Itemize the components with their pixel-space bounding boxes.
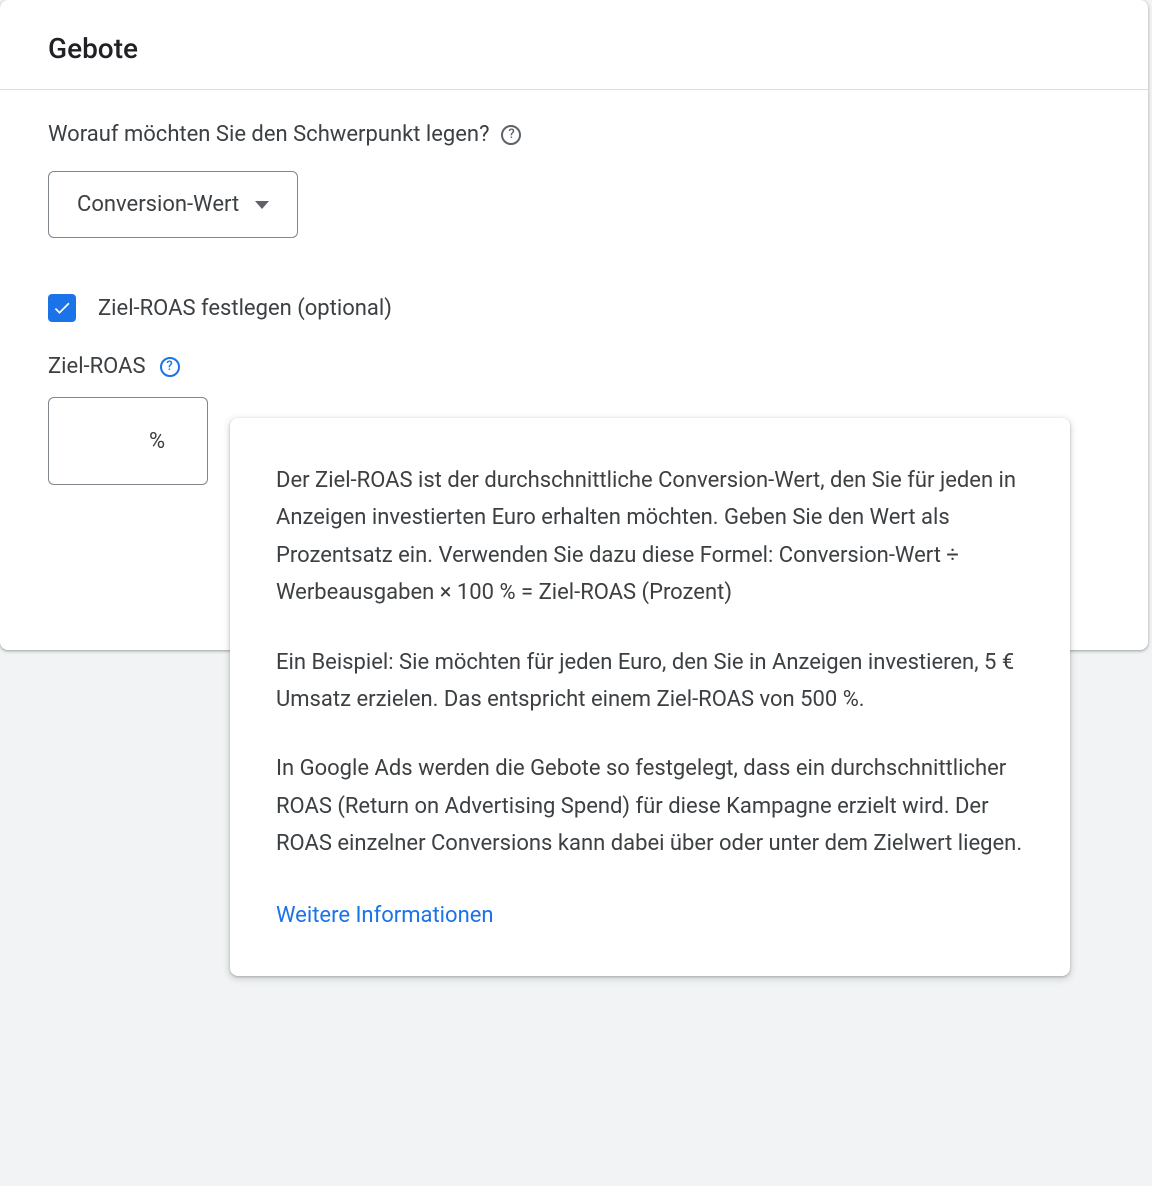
target-roas-checkbox-label: Ziel-ROAS festlegen (optional) xyxy=(98,296,392,321)
card-header: Gebote xyxy=(0,0,1148,90)
target-roas-input[interactable] xyxy=(49,428,149,454)
target-roas-suffix: % xyxy=(149,429,165,454)
focus-question-label: Worauf möchten Sie den Schwerpunkt legen… xyxy=(48,122,489,147)
target-roas-checkbox-row: Ziel-ROAS festlegen (optional) xyxy=(48,294,1100,322)
target-roas-checkbox[interactable] xyxy=(48,294,76,322)
target-roas-input-wrapper: % xyxy=(48,397,208,485)
focus-dropdown[interactable]: Conversion-Wert xyxy=(48,171,298,238)
focus-question-row: Worauf möchten Sie den Schwerpunkt legen… xyxy=(48,122,1100,147)
tooltip-paragraph: In Google Ads werden die Gebote so festg… xyxy=(276,750,1024,862)
tooltip-paragraph: Der Ziel-ROAS ist der durchschnittliche … xyxy=(276,462,1024,612)
focus-dropdown-selected: Conversion-Wert xyxy=(77,192,239,217)
target-roas-field-label: Ziel-ROAS xyxy=(48,354,146,379)
tooltip-paragraph: Ein Beispiel: Sie möchten für jeden Euro… xyxy=(276,644,1024,719)
help-icon[interactable]: ? xyxy=(501,125,521,145)
target-roas-tooltip: Der Ziel-ROAS ist der durchschnittliche … xyxy=(230,418,1070,976)
target-roas-label-row: Ziel-ROAS ? xyxy=(48,354,1100,379)
help-icon[interactable]: ? xyxy=(160,357,180,377)
chevron-down-icon xyxy=(255,201,269,209)
more-info-link[interactable]: Weitere Informationen xyxy=(276,903,494,928)
card-title: Gebote xyxy=(48,32,1100,65)
check-icon xyxy=(52,298,72,318)
